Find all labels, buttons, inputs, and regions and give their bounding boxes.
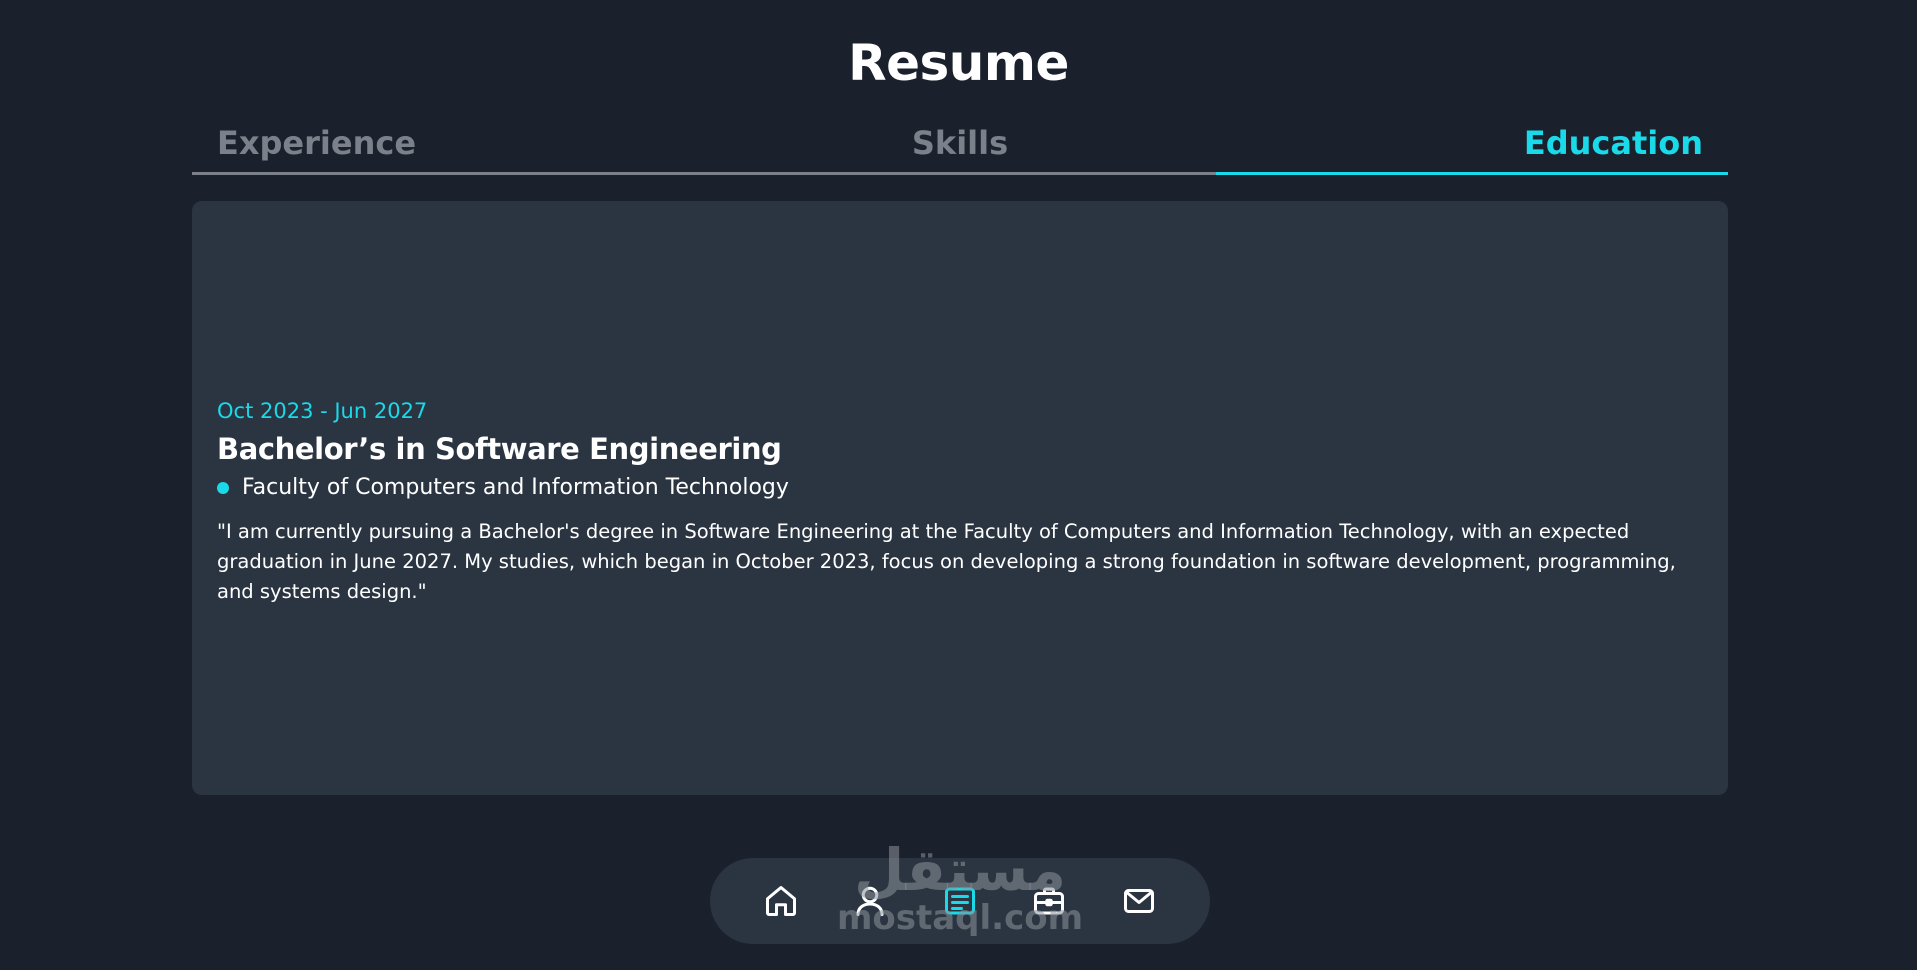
home-icon [766, 886, 796, 916]
nav-about[interactable] [849, 880, 891, 922]
bullet-dot-icon [217, 482, 229, 494]
nav-portfolio[interactable] [1028, 880, 1070, 922]
nav-home[interactable] [760, 880, 802, 922]
user-icon [856, 886, 884, 916]
mail-icon [1124, 889, 1154, 913]
education-degree: Bachelor’s in Software Engineering [217, 432, 782, 466]
resume-icon [945, 887, 975, 915]
nav-resume[interactable] [939, 880, 981, 922]
nav-contact[interactable] [1118, 880, 1160, 922]
bottom-nav [710, 858, 1210, 944]
education-institution: Faculty of Computers and Information Tec… [242, 475, 789, 500]
briefcase-icon [1034, 887, 1064, 915]
education-date-range: Oct 2023 - Jun 2027 [217, 399, 428, 423]
education-card: Oct 2023 - Jun 2027 Bachelor’s in Softwa… [192, 201, 1728, 795]
tab-education[interactable]: Education [1524, 117, 1703, 173]
resume-page: Resume Experience Skills Education Oct 2… [0, 0, 1917, 970]
tab-skills-wrapper: Skills [192, 117, 1728, 173]
education-institution-row: Faculty of Computers and Information Tec… [217, 471, 1707, 505]
tab-experience[interactable]: Experience [217, 117, 416, 173]
page-title: Resume [848, 34, 1069, 92]
resume-tabs: Experience Skills Education [192, 117, 1728, 176]
education-entry: Oct 2023 - Jun 2027 Bachelor’s in Softwa… [217, 396, 1707, 607]
tab-skills[interactable]: Skills [912, 124, 1008, 162]
education-description: "I am currently pursuing a Bachelor's de… [217, 520, 1676, 603]
active-tab-indicator [1216, 172, 1728, 175]
